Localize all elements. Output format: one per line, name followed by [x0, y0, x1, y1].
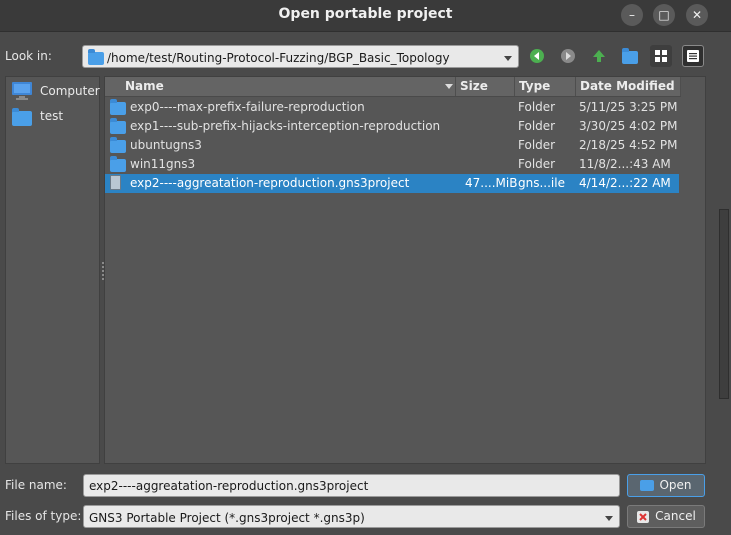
up-directory-button[interactable] — [588, 45, 610, 67]
list-item-selected[interactable]: exp2----aggreatation-reproduction.gns3pr… — [105, 174, 679, 193]
close-button[interactable]: ✕ — [686, 4, 708, 26]
places-sidebar: Computer test — [5, 76, 100, 464]
background-scrollbar — [719, 209, 729, 399]
back-button[interactable] — [526, 45, 548, 67]
back-arrow-icon — [530, 49, 544, 63]
file-name: exp1----sub-prefix-hijacks-interception-… — [130, 119, 441, 133]
file-name-label: File name: — [5, 478, 67, 492]
cancel-button[interactable]: Cancel — [627, 505, 705, 528]
detail-view-icon — [687, 50, 699, 62]
chevron-down-icon — [605, 516, 613, 521]
list-view-button[interactable] — [650, 45, 672, 67]
column-header-size[interactable]: Size — [456, 77, 515, 96]
list-view-icon — [655, 50, 667, 62]
folder-icon — [88, 49, 104, 65]
column-header-label: Name — [125, 79, 164, 93]
new-folder-icon — [622, 48, 638, 64]
folder-icon — [110, 118, 126, 134]
file-icon — [110, 175, 121, 190]
minimize-button[interactable]: – — [621, 4, 643, 26]
sort-arrow-icon — [445, 84, 453, 89]
file-name-input[interactable]: exp2----aggreatation-reproduction.gns3pr… — [83, 474, 620, 497]
list-item[interactable]: ubuntugns3 Folder 2/18/25 4:52 PM — [105, 136, 679, 155]
forward-arrow-icon — [561, 49, 575, 63]
column-header-label: Date Modified — [580, 79, 675, 93]
parent-directory-icon — [593, 50, 605, 62]
look-in-label: Look in: — [5, 49, 52, 63]
new-folder-button[interactable] — [619, 45, 641, 67]
file-name: exp0----max-prefix-failure-reproduction — [130, 100, 365, 114]
look-in-path: /home/test/Routing-Protocol-Fuzzing/BGP_… — [107, 51, 450, 65]
folder-icon — [110, 137, 126, 153]
cancel-icon — [637, 510, 650, 523]
folder-icon — [110, 156, 126, 172]
folder-icon — [110, 99, 126, 115]
sidebar-item-computer[interactable]: Computer — [11, 81, 100, 101]
open-button-label: Open — [659, 478, 692, 492]
list-item[interactable]: exp0----max-prefix-failure-reproduction … — [105, 98, 679, 117]
look-in-combo[interactable]: /home/test/Routing-Protocol-Fuzzing/BGP_… — [82, 45, 519, 68]
title-bar: Open portable project – □ ✕ — [0, 0, 731, 32]
column-header-label: Type — [519, 79, 551, 93]
cancel-button-label: Cancel — [655, 509, 696, 523]
list-item[interactable]: win11gns3 Folder 11/8/2...:43 AM — [105, 155, 679, 174]
sidebar-item-test[interactable]: test — [11, 106, 99, 126]
file-date: 11/8/2...:43 AM — [579, 157, 671, 171]
list-header: Name Size Type Date Modified — [105, 77, 681, 97]
detail-view-button[interactable] — [682, 45, 704, 67]
sidebar-item-label: Computer — [40, 84, 100, 98]
file-date: 5/11/25 3:25 PM — [579, 100, 678, 114]
file-type: Folder — [518, 157, 556, 171]
file-type-value: GNS3 Portable Project (*.gns3project *.g… — [89, 511, 365, 525]
file-name: win11gns3 — [130, 157, 196, 171]
file-size: 47....MiB — [465, 176, 517, 190]
sidebar-item-label: test — [40, 109, 64, 123]
column-header-name[interactable]: Name — [105, 77, 456, 96]
file-list[interactable]: Name Size Type Date Modified exp0----max… — [104, 76, 706, 464]
file-type: Folder — [518, 100, 556, 114]
chevron-down-icon — [504, 56, 512, 61]
column-header-type[interactable]: Type — [515, 77, 576, 96]
file-type: Folder — [518, 138, 556, 152]
file-type-combo[interactable]: GNS3 Portable Project (*.gns3project *.g… — [83, 505, 620, 528]
file-date: 4/14/2...:22 AM — [579, 176, 671, 190]
file-name: exp2----aggreatation-reproduction.gns3pr… — [130, 176, 410, 190]
file-date: 3/30/25 4:02 PM — [579, 119, 678, 133]
folder-icon — [640, 480, 655, 491]
file-type-label: Files of type: — [5, 509, 82, 523]
open-button[interactable]: Open — [627, 474, 705, 497]
list-item[interactable]: exp1----sub-prefix-hijacks-interception-… — [105, 117, 679, 136]
folder-icon — [12, 108, 32, 126]
computer-icon — [12, 82, 32, 100]
maximize-button[interactable]: □ — [653, 4, 675, 26]
file-type: gns...ile — [518, 176, 565, 190]
file-type: Folder — [518, 119, 556, 133]
column-header-label: Size — [460, 79, 488, 93]
file-name: ubuntugns3 — [130, 138, 202, 152]
column-header-date[interactable]: Date Modified — [576, 77, 681, 96]
file-date: 2/18/25 4:52 PM — [579, 138, 678, 152]
forward-button[interactable] — [557, 45, 579, 67]
